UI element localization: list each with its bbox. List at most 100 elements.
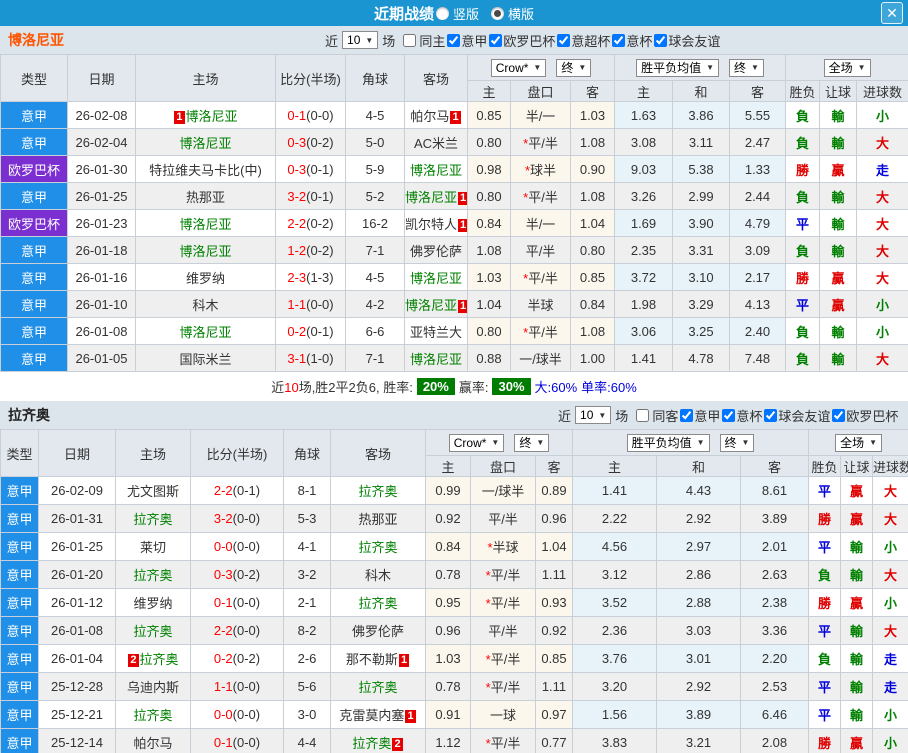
crown-away-odds: 0.96 [535, 504, 573, 533]
same-venue-checkbox[interactable] [403, 33, 417, 47]
asterisk: * [524, 162, 531, 178]
league-checkbox[interactable] [612, 33, 626, 47]
crown-home-odds: 1.08 [467, 236, 511, 264]
team-name: 凯尔特人 [405, 216, 458, 232]
league-checkbox[interactable] [557, 33, 571, 47]
mean-odds-home: 2.36 [572, 616, 657, 645]
result-wdl: 平 [808, 672, 842, 701]
league-type-cell: 意甲 [0, 476, 39, 505]
league-filter[interactable]: 意杯 [612, 31, 652, 50]
fulltime-score: 3-2 [287, 188, 307, 204]
result-handicap: 輸 [819, 344, 858, 372]
wdl-mean-select[interactable]: 胜平负均值 ▼ [636, 58, 719, 77]
league-checkbox[interactable] [489, 33, 503, 47]
final-odds-select[interactable]: 终 ▼ [556, 58, 592, 77]
fulltime-score: 3-1 [287, 350, 307, 366]
away-team-cell: 科木 [330, 560, 426, 589]
halftime-score: (0-2) [306, 242, 334, 258]
crown-away-odds: 1.00 [570, 344, 615, 372]
bookmaker-select[interactable]: Crow* ▼ [490, 58, 547, 77]
league-checkbox[interactable] [680, 408, 694, 422]
horizontal-layout-radio[interactable] [491, 6, 504, 20]
match-date: 26-02-09 [38, 476, 116, 505]
close-icon[interactable]: ✕ [881, 2, 903, 24]
crown-away-odds: 0.93 [535, 588, 573, 617]
result-handicap: 贏 [840, 588, 874, 617]
team-section-header-bologna: 博洛尼亚 近 10 ▼ 场 同主 意甲 欧罗巴杯 意超杯 意杯 球会友谊 [0, 26, 908, 54]
crown-away-odds: 1.11 [535, 560, 573, 589]
away-team-cell: 拉齐奥 2 [330, 728, 426, 753]
same-venue-label[interactable]: 同客 [652, 406, 678, 425]
chevron-down-icon: ▼ [857, 63, 866, 72]
league-filter[interactable]: 意杯 [722, 406, 762, 425]
crown-home-odds: 0.96 [425, 616, 471, 645]
league-filter[interactable]: 欧罗巴杯 [489, 31, 555, 50]
score-cell: 3-2(0-0) [190, 504, 284, 533]
result-handicap: 輸 [819, 101, 858, 129]
wdl-mean-select[interactable]: 胜平负均值 ▼ [626, 433, 710, 452]
horizontal-layout-label[interactable]: 横版 [508, 4, 534, 23]
corner-cell: 4-5 [345, 263, 405, 291]
corner-cell: 8-1 [283, 476, 331, 505]
league-filter[interactable]: 球会友谊 [654, 31, 720, 50]
league-filter[interactable]: 意甲 [447, 31, 487, 50]
home-team-cell: 科木 [135, 290, 276, 318]
full-match-select[interactable]: 全场 ▼ [835, 433, 882, 452]
team-name: 博洛尼亚 [179, 135, 232, 151]
asterisk: * [485, 596, 491, 611]
same-venue-label[interactable]: 同主 [419, 31, 445, 50]
bookmaker-select[interactable]: Crow* ▼ [448, 433, 505, 452]
halftime-score: (0-0) [306, 296, 334, 312]
team-name: 拉齐奥 [133, 568, 173, 583]
team-name: 博洛尼亚 [179, 243, 232, 259]
result-wdl: 勝 [808, 504, 842, 533]
team-name: 亚特兰大 [409, 324, 462, 340]
match-date: 26-01-20 [38, 560, 116, 589]
match-date: 26-01-08 [38, 616, 116, 645]
result-wdl: 平 [808, 532, 842, 561]
league-label: 欧罗巴杯 [503, 33, 556, 49]
league-checkbox[interactable] [832, 408, 846, 422]
full-match-select[interactable]: 全场 ▼ [823, 58, 871, 77]
league-checkbox[interactable] [447, 33, 461, 47]
league-filter[interactable]: 球会友谊 [764, 406, 830, 425]
vertical-layout-radio[interactable] [435, 6, 449, 20]
away-team-cell: 热那亚 [330, 504, 426, 533]
match-count-select[interactable]: 10 ▼ [342, 31, 379, 49]
league-checkbox[interactable] [764, 408, 778, 422]
mean-odds-home: 3.20 [572, 672, 657, 701]
mean-odds-home: 1.41 [614, 344, 673, 372]
league-type-cell: 意甲 [0, 290, 68, 318]
score-cell: 2-2(0-0) [190, 616, 284, 645]
final-odds-select-2[interactable]: 终 ▼ [719, 433, 755, 452]
subheader-mean-draw: 和 [656, 455, 741, 477]
mean-odds-home: 3.06 [614, 317, 673, 345]
mean-odds-home: 3.72 [614, 263, 673, 291]
mean-odds-away: 1.33 [728, 155, 787, 183]
result-wdl: 負 [785, 182, 821, 210]
halftime-score: (0-2) [232, 651, 261, 666]
league-filter[interactable]: 意甲 [680, 406, 720, 425]
halftime-score: (0-0) [232, 623, 261, 638]
mean-odds-away: 5.55 [728, 101, 787, 129]
asterisk: * [485, 568, 491, 583]
lazio-results-table: 类型 日期 主场 比分(半场) 角球 客场 Crow* ▼ 终 ▼ 胜平负均值 ▼ 终… [0, 429, 908, 753]
fulltime-score: 0-0 [213, 539, 233, 554]
league-filter[interactable]: 意超杯 [557, 31, 610, 50]
final-odds-select-2[interactable]: 终 ▼ [729, 58, 764, 77]
same-venue-checkbox[interactable] [636, 408, 650, 422]
vertical-layout-label[interactable]: 竖版 [453, 4, 479, 23]
red-card-badge: 1 [398, 654, 410, 667]
result-goals: 大 [856, 263, 908, 291]
final-odds-select[interactable]: 终 ▼ [514, 433, 550, 452]
league-checkbox[interactable] [722, 408, 736, 422]
league-checkbox[interactable] [654, 33, 668, 47]
match-count-select[interactable]: 10 ▼ [575, 406, 612, 424]
mean-odds-away: 2.47 [728, 128, 787, 156]
league-filter[interactable]: 欧罗巴杯 [832, 406, 898, 425]
result-wdl: 負 [785, 128, 821, 156]
subheader-mean-away: 客 [739, 455, 810, 477]
mean-odds-away: 2.08 [739, 728, 810, 753]
match-date: 26-01-18 [67, 236, 136, 264]
crown-handicap: 一/球半 [510, 344, 571, 372]
